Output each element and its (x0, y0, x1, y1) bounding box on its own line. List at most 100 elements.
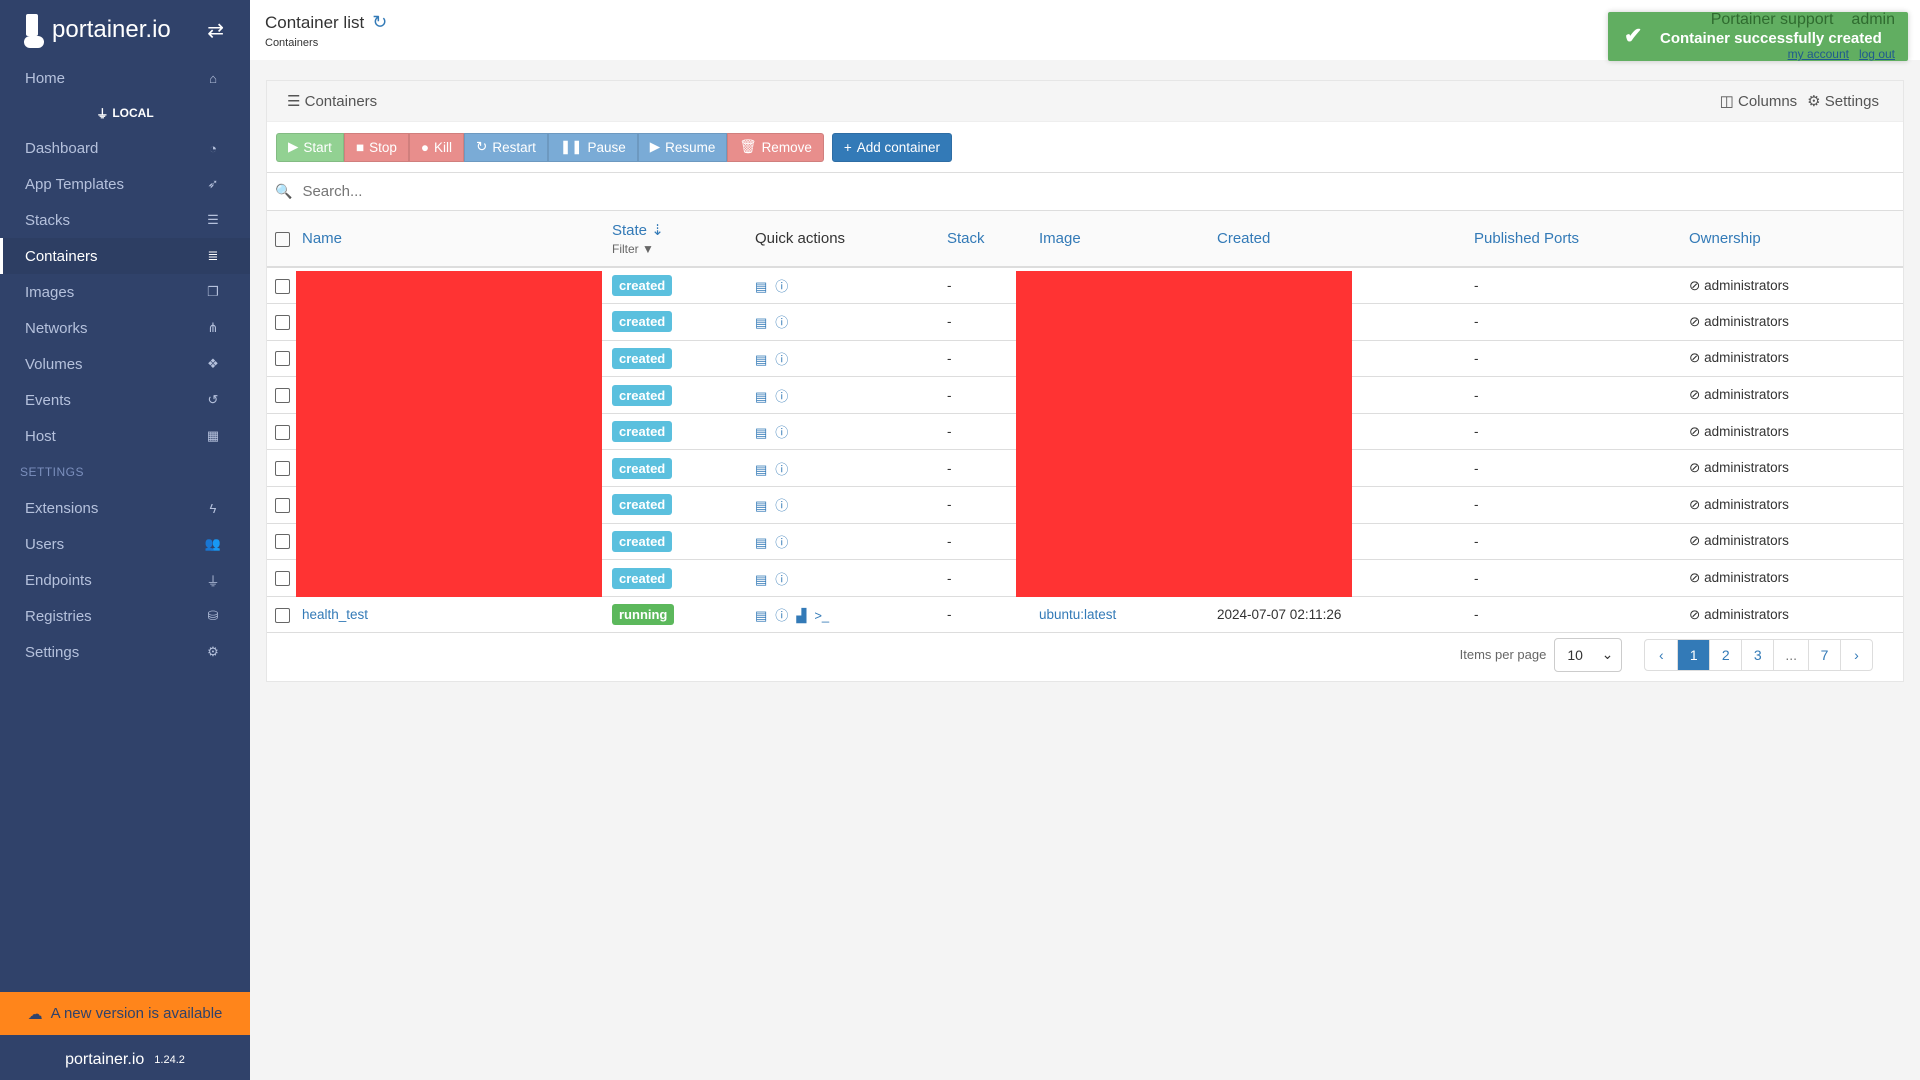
row-checkbox[interactable] (275, 571, 290, 587)
column-created[interactable]: Created (1211, 211, 1468, 268)
ownership-cell: ⊘ administrators (1683, 340, 1903, 378)
logs-icon[interactable]: ▤ (755, 608, 767, 623)
refresh-icon[interactable]: ↻ (372, 12, 387, 33)
state-filter[interactable]: Filter ▼ (612, 242, 749, 256)
sidebar-item-registries[interactable]: Registries ⛁ (0, 598, 250, 634)
column-ports[interactable]: Published Ports (1468, 211, 1683, 268)
stop-button[interactable]: ■ Stop (343, 132, 409, 162)
logs-icon[interactable]: ▤ (755, 498, 767, 513)
portainer-logo[interactable]: portainer.io (24, 10, 171, 50)
remove-button[interactable]: 🗑 Remove (727, 132, 824, 162)
sidebar-item-label: Host (25, 427, 56, 445)
sidebar-item-endpoints[interactable]: Endpoints ⏚ (0, 562, 250, 598)
row-checkbox[interactable] (275, 351, 290, 367)
page-button[interactable]: 7 (1808, 639, 1840, 670)
pause-button[interactable]: ❚❚ Pause (547, 132, 638, 162)
prev-page-button[interactable]: ‹ (1645, 640, 1677, 670)
console-icon[interactable]: >_ (814, 608, 829, 623)
next-page-button[interactable]: › (1840, 639, 1872, 670)
eye-slash-icon: ⊘ (1689, 350, 1701, 366)
info-icon[interactable]: ⓘ (775, 279, 788, 294)
row-checkbox[interactable] (275, 607, 290, 623)
sort-icon: ⇣ (651, 222, 664, 239)
page-button[interactable]: 2 (1709, 639, 1741, 670)
sidebar-item-volumes[interactable]: Volumes ❖ (0, 346, 250, 382)
row-checkbox[interactable] (275, 278, 290, 294)
kill-button[interactable]: ● Kill (408, 132, 465, 162)
ownership-value: administrators (1704, 350, 1789, 366)
sidebar-item-stacks[interactable]: Stacks ☰ (0, 202, 250, 238)
info-icon[interactable]: ⓘ (775, 608, 788, 623)
sidebar-item-label: Dashboard (25, 139, 99, 157)
info-icon[interactable]: ⓘ (775, 462, 788, 477)
th-icon: ▦ (206, 428, 220, 443)
sidebar-item-settings[interactable]: Settings ⚙ (0, 634, 250, 670)
sidebar-item-dashboard[interactable]: Dashboard ◔ (0, 130, 250, 166)
restart-button[interactable]: ↻ Restart (464, 132, 548, 162)
resume-button[interactable]: ▶ Resume (637, 132, 728, 162)
sidebar-item-images[interactable]: Images ❐ (0, 274, 250, 310)
created-cell: 2024-07-07 02:11:26 (1211, 596, 1468, 634)
support-link[interactable]: Portainer support (1711, 12, 1834, 28)
logs-icon[interactable]: ▤ (755, 462, 767, 477)
row-checkbox[interactable] (275, 497, 290, 513)
toggle-sidebar-icon[interactable]: ⇄ (207, 18, 224, 43)
sidebar-item-users[interactable]: Users 👥 (0, 526, 250, 562)
select-all-checkbox[interactable] (275, 231, 290, 247)
sidebar-item-extensions[interactable]: Extensions ϟ (0, 490, 250, 526)
panel-title-text: Containers (304, 93, 378, 110)
page-button[interactable]: ... (1773, 639, 1808, 670)
my-account-link[interactable]: my account (1788, 48, 1849, 61)
image-link[interactable]: ubuntu:latest (1039, 607, 1116, 622)
logs-icon[interactable]: ▤ (755, 315, 767, 330)
column-ownership[interactable]: Ownership (1683, 211, 1903, 268)
logs-icon[interactable]: ▤ (755, 425, 767, 440)
row-checkbox[interactable] (275, 534, 290, 550)
column-name[interactable]: Name (296, 211, 606, 268)
logs-icon[interactable]: ▤ (755, 389, 767, 404)
info-icon[interactable]: ⓘ (775, 535, 788, 550)
row-checkbox[interactable] (275, 388, 290, 404)
logs-icon[interactable]: ▤ (755, 279, 767, 294)
settings-button[interactable]: ⚙ Settings (1807, 92, 1879, 110)
info-icon[interactable]: ⓘ (775, 389, 788, 404)
page-button[interactable]: 3 (1741, 639, 1773, 670)
sitemap-icon: ⋔ (207, 320, 219, 335)
sidebar-item-containers[interactable]: Containers ≣ (0, 238, 250, 274)
info-icon[interactable]: ⓘ (775, 572, 788, 587)
column-stack[interactable]: Stack (941, 211, 1033, 268)
redacted-names (296, 271, 602, 597)
page-button[interactable]: 1 (1677, 639, 1710, 670)
sidebar-item-host[interactable]: Host ▦ (0, 418, 250, 454)
items-per-page-select[interactable]: 10 ⌄ (1554, 637, 1623, 672)
add-container-button[interactable]: + Add container (831, 132, 953, 162)
logs-icon[interactable]: ▤ (755, 352, 767, 367)
search-input[interactable] (302, 183, 1803, 200)
update-banner[interactable]: ☁ A new version is available (0, 992, 250, 1035)
info-icon[interactable]: ⓘ (775, 315, 788, 330)
sidebar-item-app-templates[interactable]: App Templates ➶ (0, 166, 250, 202)
logs-icon[interactable]: ▤ (755, 572, 767, 587)
sidebar-item-networks[interactable]: Networks ⋔ (0, 310, 250, 346)
container-name-link[interactable]: health_test (302, 607, 368, 622)
info-icon[interactable]: ⓘ (775, 352, 788, 367)
info-icon[interactable]: ⓘ (775, 425, 788, 440)
row-checkbox[interactable] (275, 461, 290, 477)
clone-icon: ❐ (207, 284, 219, 299)
eye-slash-icon: ⊘ (1689, 387, 1701, 403)
sidebar-item-events[interactable]: Events ↺ (0, 382, 250, 418)
brand-text: portainer.io (52, 16, 171, 43)
stats-icon[interactable]: ▟ (796, 608, 806, 623)
sidebar-item-home[interactable]: Home ⌂ (0, 60, 250, 96)
logs-icon[interactable]: ▤ (755, 535, 767, 550)
row-checkbox[interactable] (275, 424, 290, 440)
row-checkbox[interactable] (275, 314, 290, 330)
stack-cell: - (941, 596, 1033, 634)
column-state[interactable]: State ⇣ Filter ▼ (606, 211, 749, 268)
start-button[interactable]: ▶ Start (276, 132, 344, 162)
columns-button[interactable]: ◫ Columns (1720, 92, 1798, 110)
logout-link[interactable]: log out (1859, 48, 1895, 61)
sidebar-item-label: Home (25, 69, 66, 87)
info-icon[interactable]: ⓘ (775, 498, 788, 513)
column-image[interactable]: Image (1033, 211, 1211, 268)
